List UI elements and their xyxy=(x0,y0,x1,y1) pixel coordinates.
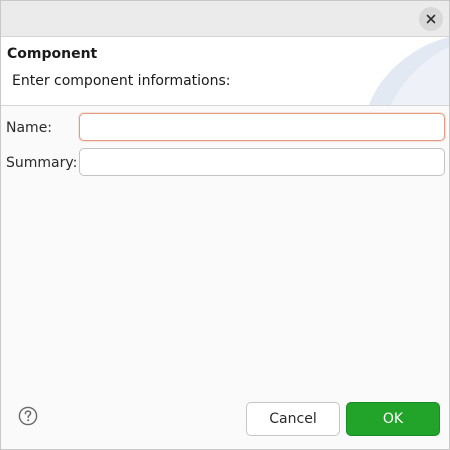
name-field[interactable] xyxy=(79,113,445,141)
summary-field[interactable] xyxy=(79,148,445,176)
header-separator xyxy=(1,105,449,106)
dialog-description: Enter component informations: xyxy=(12,73,231,89)
header-banner-image xyxy=(369,37,449,105)
close-icon xyxy=(426,14,436,24)
title-bar xyxy=(1,1,449,37)
help-icon xyxy=(18,406,38,426)
help-button[interactable] xyxy=(18,406,38,426)
dialog-header: Component Enter component informations: xyxy=(1,37,449,105)
close-button[interactable] xyxy=(419,7,443,31)
dialog-title: Component xyxy=(7,46,98,62)
ok-button[interactable]: OK xyxy=(346,402,440,436)
component-dialog: Component Enter component informations: … xyxy=(0,0,450,450)
cancel-button[interactable]: Cancel xyxy=(246,402,340,436)
summary-label: Summary: xyxy=(6,155,78,171)
name-label: Name: xyxy=(6,120,53,136)
